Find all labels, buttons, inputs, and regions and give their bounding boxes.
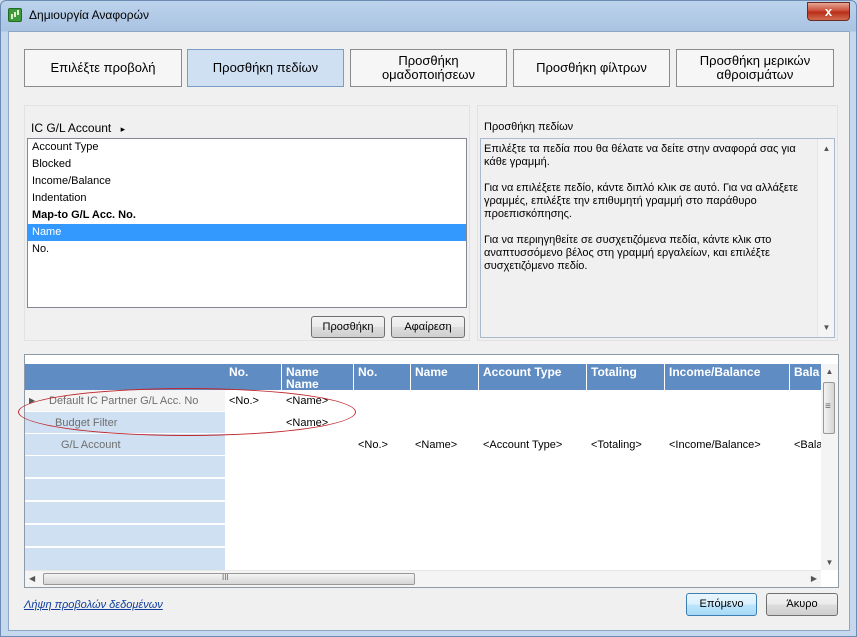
- grid-header: No. Name Name No. Name Account Type Tota…: [25, 364, 822, 390]
- scroll-left-icon[interactable]: ◀: [29, 574, 35, 583]
- row-header[interactable]: G/L Account: [25, 434, 225, 456]
- column-header[interactable]: Totaling: [587, 364, 665, 390]
- step-select-view[interactable]: Επιλέξτε προβολή: [24, 49, 182, 87]
- close-button[interactable]: x: [807, 2, 850, 21]
- grid-cell[interactable]: <Account Type>: [479, 434, 562, 456]
- add-field-button[interactable]: Προσθήκη: [311, 316, 385, 338]
- grip-icon: III: [222, 573, 229, 582]
- empty-row-header: [25, 502, 225, 524]
- report-builder-window: Δημιουργία Αναφορών x Επιλέξτε προβολή Π…: [0, 0, 857, 637]
- scroll-down-icon[interactable]: ▼: [821, 558, 838, 567]
- scroll-up-icon[interactable]: ▲: [821, 367, 838, 376]
- field-item[interactable]: Income/Balance: [28, 173, 466, 190]
- grid-cell[interactable]: <Income/Balance>: [665, 434, 761, 456]
- title-bar: Δημιουργία Αναφορών x: [1, 1, 856, 31]
- grid-row[interactable]: G/L Account <No.> <Name> <Account Type> …: [25, 434, 822, 456]
- grid-horizontal-scrollbar[interactable]: ◀ III ▶: [25, 570, 821, 587]
- help-paragraph: Για να περιηγηθείτε σε συσχετιζόμενα πεδ…: [484, 234, 772, 272]
- field-list: Account Type Blocked Income/Balance Inde…: [27, 138, 467, 308]
- window-title: Δημιουργία Αναφορών: [29, 8, 149, 22]
- remove-field-button[interactable]: Αφαίρεση: [391, 316, 465, 338]
- step-add-groupings[interactable]: Προσθήκη ομαδοποιήσεων: [350, 49, 507, 87]
- empty-row-header: [25, 525, 225, 547]
- empty-row-header: [25, 479, 225, 501]
- help-panel: Προσθήκη πεδίων Επιλέξτε τα πεδία που θα…: [477, 105, 838, 341]
- vertical-scroll-thumb[interactable]: ≡: [823, 382, 835, 434]
- empty-row-header: [25, 548, 225, 572]
- field-item[interactable]: Indentation: [28, 190, 466, 207]
- grid-cell[interactable]: <Totaling>: [587, 434, 642, 456]
- download-data-views-link[interactable]: Λήψη προβολών δεδομένων: [24, 599, 163, 611]
- help-text-box: Επιλέξτε τα πεδία που θα θέλατε να δείτε…: [480, 138, 835, 338]
- column-header[interactable]: Income/Balance: [665, 364, 790, 390]
- help-scrollbar[interactable]: ▲ ▼: [817, 139, 834, 337]
- grid-vertical-scrollbar[interactable]: ▲ ≡ ▼: [821, 364, 838, 570]
- column-header[interactable]: Name: [411, 364, 479, 390]
- field-item-selected[interactable]: Name: [28, 224, 466, 241]
- grip-icon: ≡: [825, 401, 831, 412]
- column-header[interactable]: Account Type: [479, 364, 587, 390]
- scroll-up-icon[interactable]: ▲: [818, 142, 835, 155]
- app-chart-icon: [8, 8, 22, 22]
- step-add-subtotals[interactable]: Προσθήκη μερικών αθροισμάτων: [676, 49, 834, 87]
- field-item[interactable]: No.: [28, 241, 466, 258]
- scroll-down-icon[interactable]: ▼: [818, 321, 835, 334]
- step-add-filters[interactable]: Προσθήκη φίλτρων: [513, 49, 670, 87]
- scroll-right-icon[interactable]: ▶: [811, 574, 817, 583]
- horizontal-scroll-thumb[interactable]: III: [43, 573, 415, 585]
- column-header[interactable]: Bala: [790, 364, 822, 390]
- column-header[interactable]: Name Name: [282, 364, 354, 390]
- empty-row-header: [25, 456, 225, 478]
- next-button[interactable]: Επόμενο: [686, 593, 757, 616]
- row-label: G/L Account: [61, 439, 121, 451]
- source-table-label: IC G/L Account: [31, 121, 112, 135]
- help-paragraph: Για να επιλέξετε πεδίο, κάντε διπλό κλικ…: [484, 182, 799, 220]
- help-title: Προσθήκη πεδίων: [484, 121, 574, 133]
- highlight-annotation: [18, 388, 356, 436]
- source-table-selector[interactable]: IC G/L Account ▸: [31, 121, 125, 135]
- field-item[interactable]: Account Type: [28, 139, 466, 156]
- dialog-body: Επιλέξτε προβολή Προσθήκη πεδίων Προσθήκ…: [8, 31, 850, 631]
- grid-cell[interactable]: <Name>: [411, 434, 457, 456]
- help-paragraph: Επιλέξτε τα πεδία που θα θέλατε να δείτε…: [484, 143, 796, 168]
- cancel-button[interactable]: Άκυρο: [766, 593, 838, 616]
- field-item[interactable]: Blocked: [28, 156, 466, 173]
- column-header[interactable]: No.: [354, 364, 411, 390]
- fields-panel: IC G/L Account ▸ Account Type Blocked In…: [24, 105, 470, 341]
- expand-arrow-icon[interactable]: ▸: [121, 124, 126, 134]
- grid-cell[interactable]: <Bala: [790, 434, 822, 456]
- column-header[interactable]: No.: [225, 364, 282, 390]
- field-item[interactable]: Map-to G/L Acc. No.: [28, 207, 466, 224]
- step-add-fields[interactable]: Προσθήκη πεδίων: [187, 49, 344, 87]
- grid-cell[interactable]: <No.>: [354, 434, 388, 456]
